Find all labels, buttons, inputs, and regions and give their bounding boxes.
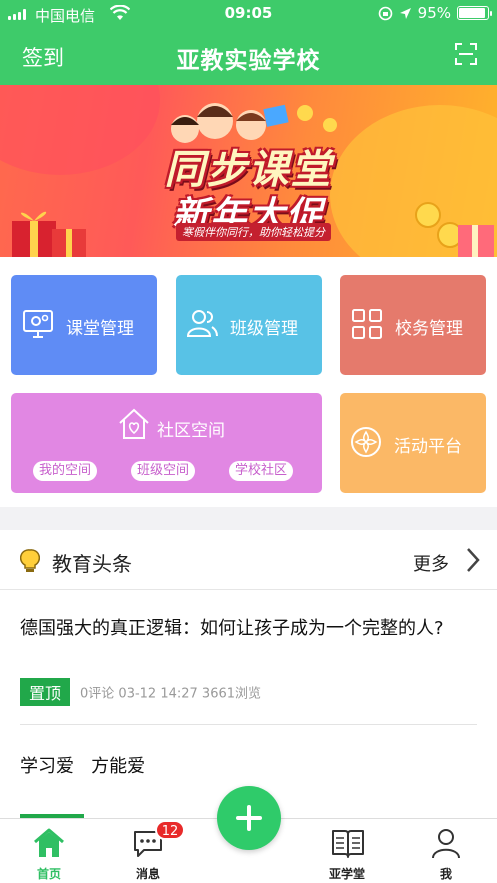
tile-activity-platform[interactable]: 活动平台 bbox=[340, 393, 486, 493]
home-heart-icon bbox=[119, 408, 149, 439]
pinned-badge: 置顶 bbox=[20, 678, 71, 706]
book-icon bbox=[332, 830, 364, 858]
news-section-title: 教育头条 bbox=[52, 552, 132, 576]
feature-grid: 课堂管理 班级管理 校务管理 社区空间 我的空间 班级空间 学校社区 活动平台 bbox=[0, 257, 497, 507]
message-count-badge: 12 bbox=[155, 820, 185, 840]
lightbulb-icon bbox=[20, 549, 40, 572]
tile-classroom-management[interactable]: 课堂管理 bbox=[11, 275, 157, 375]
news-item-title: 德国强大的真正逻辑：如何让孩子成为一个完整的人? bbox=[20, 618, 444, 639]
chip-my-space[interactable]: 我的空间 bbox=[33, 461, 98, 481]
tile-class-label: 班级管理 bbox=[230, 319, 298, 339]
battery-percent: 95% bbox=[417, 4, 451, 22]
tab-yaxuetang-label: 亚学堂 bbox=[328, 867, 365, 881]
page-title: 亚教实验学校 bbox=[176, 48, 321, 74]
tab-yaxuetang[interactable]: 亚学堂 bbox=[307, 819, 387, 883]
promo-banner[interactable]: 同步课堂 新年大促 寒假伴你同行，助你轻松提分 bbox=[0, 85, 497, 257]
banner-caption: 寒假伴你同行，助你轻松提分 bbox=[176, 223, 331, 241]
home-icon bbox=[34, 828, 64, 857]
tile-school-label: 校务管理 bbox=[395, 319, 463, 339]
chevron-right-icon[interactable] bbox=[465, 546, 481, 574]
tile-activity-label: 活动平台 bbox=[394, 437, 462, 457]
more-link[interactable]: 更多 bbox=[413, 550, 449, 576]
tile-community-space[interactable]: 社区空间 我的空间 班级空间 学校社区 bbox=[11, 393, 322, 493]
monitor-gear-icon bbox=[23, 310, 53, 338]
news-item-title: 学习爱 方能爱 bbox=[20, 756, 146, 777]
battery-level bbox=[459, 8, 485, 18]
tab-messages-label: 消息 bbox=[135, 867, 160, 881]
location-icon bbox=[399, 7, 411, 19]
tile-community-label: 社区空间 bbox=[157, 421, 225, 441]
grid-icon bbox=[352, 309, 382, 339]
scan-icon[interactable] bbox=[455, 43, 477, 65]
tile-class-management[interactable]: 班级管理 bbox=[176, 275, 322, 375]
tab-me[interactable]: 我 bbox=[406, 819, 486, 883]
divider bbox=[20, 724, 477, 725]
battery-icon bbox=[457, 6, 492, 20]
status-right: 95% bbox=[378, 4, 492, 22]
app-screen: 中国电信 09:05 95% 签到 亚教实验学校 同步课堂 新年大促 寒假伴你同… bbox=[0, 0, 497, 883]
news-item[interactable]: 德国强大的真正逻辑：如何让孩子成为一个完整的人? 置顶 0评论 03-12 14:… bbox=[20, 616, 477, 716]
chip-school-community[interactable]: 学校社区 bbox=[229, 461, 294, 481]
plus-icon bbox=[236, 805, 262, 831]
user-icon bbox=[432, 829, 460, 859]
tab-home[interactable]: 首页 bbox=[9, 819, 89, 883]
news-section: 教育头条 更多 德国强大的真正逻辑：如何让孩子成为一个完整的人? 置顶 0评论 0… bbox=[0, 530, 497, 820]
add-button[interactable] bbox=[217, 786, 281, 850]
tile-classroom-label: 课堂管理 bbox=[66, 319, 134, 339]
users-icon bbox=[186, 310, 218, 337]
tab-messages[interactable]: 12 消息 bbox=[108, 819, 188, 883]
header-bar: 中国电信 09:05 95% 签到 亚教实验学校 bbox=[0, 0, 497, 85]
flower-icon bbox=[351, 427, 381, 457]
news-item-meta: 0评论 03-12 14:27 3661浏览 bbox=[80, 686, 262, 702]
news-item-meta-row: 置顶 0评论 03-12 14:27 3661浏览 bbox=[20, 678, 261, 706]
rotation-lock-icon bbox=[378, 6, 392, 20]
tab-me-label: 我 bbox=[439, 867, 452, 881]
tile-school-management[interactable]: 校务管理 bbox=[340, 275, 486, 375]
tab-home-label: 首页 bbox=[36, 867, 61, 881]
news-header: 教育头条 更多 bbox=[0, 530, 497, 590]
status-bar: 中国电信 09:05 95% bbox=[0, 0, 497, 28]
chip-class-space[interactable]: 班级空间 bbox=[131, 461, 196, 481]
